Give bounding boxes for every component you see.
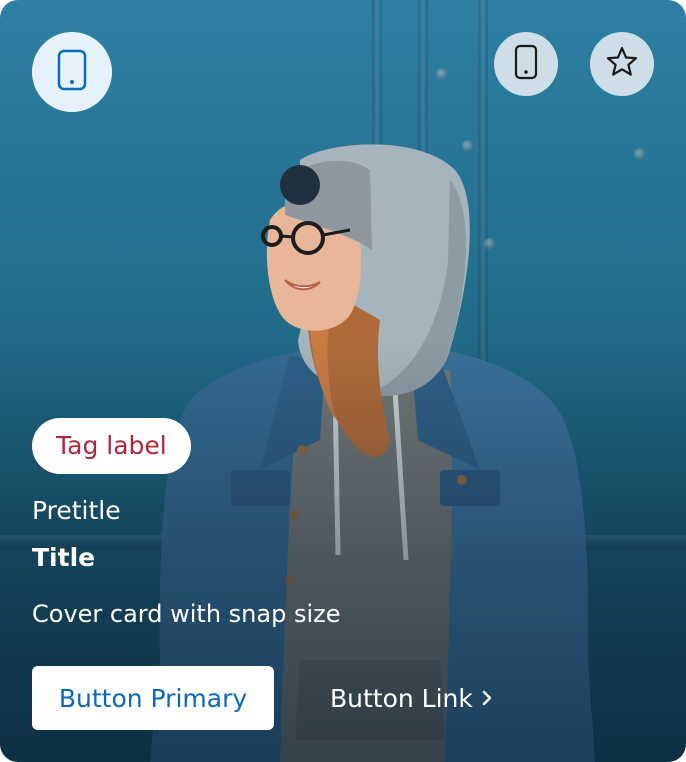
tag-label: Tag label [32,418,191,474]
link-button-label: Button Link [330,683,473,713]
primary-button-label: Button Primary [58,683,248,713]
device-action-button[interactable] [494,32,558,96]
chevron-right-icon [481,689,493,707]
photo-overlay [0,0,686,762]
star-icon [605,45,639,83]
mobile-phone-icon [514,44,538,84]
card-pretitle: Pretitle [32,496,121,525]
mobile-phone-icon [57,49,87,95]
card-description: Cover card with snap size [32,600,341,628]
card-title: Title [32,543,96,572]
link-button[interactable]: Button Link [330,666,493,730]
cover-card: Tag label Pretitle Title Cover card with… [0,0,686,762]
main-icon-container [32,32,112,112]
favorite-action-button[interactable] [590,32,654,96]
primary-button[interactable]: Button Primary [32,666,274,730]
